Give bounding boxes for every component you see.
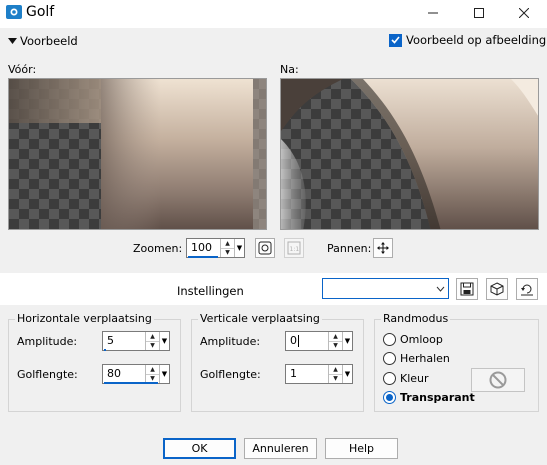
h-amplitude-spinner[interactable]: ▲ ▼ bbox=[145, 332, 159, 350]
save-preset-button[interactable] bbox=[456, 278, 478, 300]
radio-button[interactable] bbox=[383, 352, 396, 365]
v-wavelength-label: Golflengte: bbox=[200, 368, 261, 381]
h-amplitude-value[interactable]: 5 bbox=[107, 334, 114, 347]
radio-label-repeat: Herhalen bbox=[400, 352, 450, 365]
randomize-button[interactable] bbox=[486, 278, 508, 300]
preview-on-image-label: Voorbeeld op afbeelding bbox=[406, 33, 547, 47]
v-wavelength-spinner[interactable]: ▲ ▼ bbox=[328, 365, 342, 383]
zoom-fit-icon bbox=[258, 241, 272, 255]
radio-button-selected[interactable] bbox=[383, 391, 396, 404]
minimize-icon bbox=[428, 12, 438, 14]
spin-up-icon[interactable]: ▲ bbox=[329, 332, 342, 341]
reset-icon bbox=[521, 284, 533, 296]
pan-label: Pannen: bbox=[327, 242, 372, 255]
svg-text:1:1: 1:1 bbox=[290, 246, 300, 253]
no-color-icon bbox=[489, 371, 507, 389]
h-wavelength-field[interactable]: 80 ▲ ▼ ▼ bbox=[102, 364, 170, 384]
color-swatch-button[interactable] bbox=[471, 368, 525, 392]
checkbox-box[interactable] bbox=[389, 33, 402, 47]
v-wavelength-field[interactable]: 1 ▲ ▼ ▼ bbox=[285, 364, 353, 384]
radio-transparent[interactable]: Transparant bbox=[383, 391, 475, 404]
radio-button[interactable] bbox=[383, 372, 396, 385]
settings-label: Instellingen bbox=[177, 284, 244, 298]
v-amplitude-label: Amplitude: bbox=[200, 335, 261, 348]
preset-combo[interactable] bbox=[322, 278, 449, 299]
radio-wrap[interactable]: Omloop bbox=[383, 333, 443, 346]
v-wavelength-value[interactable]: 1 bbox=[290, 367, 297, 380]
radio-label-color: Kleur bbox=[400, 372, 429, 385]
minimize-button[interactable] bbox=[410, 0, 456, 26]
zoom-spinner[interactable]: ▲ ▼ bbox=[220, 239, 234, 257]
h-wavelength-dropdown-icon[interactable]: ▼ bbox=[159, 365, 169, 383]
zoom-dropdown-icon[interactable]: ▼ bbox=[234, 239, 244, 257]
spin-up-icon[interactable]: ▲ bbox=[146, 365, 159, 374]
chevron-down-icon bbox=[436, 286, 445, 292]
app-icon bbox=[6, 5, 22, 19]
maximize-icon bbox=[474, 8, 484, 18]
spin-down-icon[interactable]: ▼ bbox=[146, 340, 159, 351]
spin-up-icon[interactable]: ▲ bbox=[146, 332, 159, 341]
vertical-group-title: Verticale verplaatsing bbox=[198, 312, 322, 325]
spin-up-icon[interactable]: ▲ bbox=[329, 365, 342, 374]
preview-toggle[interactable]: Voorbeeld bbox=[8, 34, 78, 48]
close-icon bbox=[519, 8, 529, 18]
move-icon bbox=[377, 242, 389, 254]
spin-up-icon[interactable]: ▲ bbox=[221, 239, 234, 248]
dice-icon bbox=[490, 282, 504, 296]
triangle-down-icon bbox=[8, 38, 17, 44]
h-wavelength-value[interactable]: 80 bbox=[107, 367, 121, 380]
before-preview[interactable] bbox=[8, 78, 267, 230]
cancel-button[interactable]: Annuleren bbox=[244, 438, 317, 459]
preview-toggle-label: Voorbeeld bbox=[20, 34, 78, 48]
horizontal-group-title: Horizontale verplaatsing bbox=[15, 312, 154, 325]
radio-label-transparent: Transparant bbox=[400, 391, 475, 404]
v-amplitude-dropdown-icon[interactable]: ▼ bbox=[342, 332, 352, 350]
maximize-button[interactable] bbox=[456, 0, 502, 26]
spin-down-icon[interactable]: ▼ bbox=[221, 247, 234, 258]
window-title: Golf bbox=[26, 4, 55, 20]
reset-button[interactable] bbox=[516, 278, 538, 300]
h-amplitude-label: Amplitude: bbox=[17, 335, 78, 348]
zoom-label: Zoomen: bbox=[133, 242, 183, 255]
radio-button[interactable] bbox=[383, 333, 396, 346]
v-wavelength-dropdown-icon[interactable]: ▼ bbox=[342, 365, 352, 383]
pan-button[interactable] bbox=[373, 238, 393, 258]
zoom-100-button[interactable]: 1:1 bbox=[284, 238, 304, 258]
close-button[interactable] bbox=[501, 0, 547, 26]
help-button[interactable]: Help bbox=[325, 438, 398, 459]
spin-down-icon[interactable]: ▼ bbox=[329, 373, 342, 384]
v-amplitude-value[interactable]: 0 bbox=[290, 334, 297, 347]
v-amplitude-spinner[interactable]: ▲ ▼ bbox=[328, 332, 342, 350]
actual-size-icon: 1:1 bbox=[287, 241, 301, 255]
before-label: Vóór: bbox=[8, 63, 37, 76]
zoom-field[interactable]: 100 ▲ ▼ ▼ bbox=[186, 238, 245, 258]
before-image bbox=[9, 79, 266, 229]
zoom-value[interactable]: 100 bbox=[191, 241, 212, 254]
v-amplitude-field[interactable]: 0 ▲ ▼ ▼ bbox=[285, 331, 353, 351]
checkmark-icon bbox=[391, 36, 400, 44]
h-amplitude-field[interactable]: 5 ▲ ▼ ▼ bbox=[102, 331, 170, 351]
ok-button[interactable]: OK bbox=[163, 438, 236, 459]
edge-mode-title: Randmodus bbox=[381, 312, 451, 325]
h-wavelength-label: Golflengte: bbox=[17, 368, 78, 381]
h-amplitude-dropdown-icon[interactable]: ▼ bbox=[159, 332, 169, 350]
radio-label-wrap: Omloop bbox=[400, 333, 443, 346]
zoom-fit-button[interactable] bbox=[255, 238, 275, 258]
spin-down-icon[interactable]: ▼ bbox=[329, 340, 342, 351]
save-icon bbox=[460, 282, 474, 296]
text-cursor bbox=[298, 335, 299, 347]
after-image bbox=[281, 79, 538, 229]
after-preview[interactable] bbox=[280, 78, 539, 230]
radio-color[interactable]: Kleur bbox=[383, 372, 429, 385]
after-label: Na: bbox=[280, 63, 299, 76]
preview-on-image-checkbox[interactable]: Voorbeeld op afbeelding bbox=[389, 33, 546, 47]
h-wavelength-spinner[interactable]: ▲ ▼ bbox=[145, 365, 159, 383]
radio-repeat[interactable]: Herhalen bbox=[383, 352, 450, 365]
